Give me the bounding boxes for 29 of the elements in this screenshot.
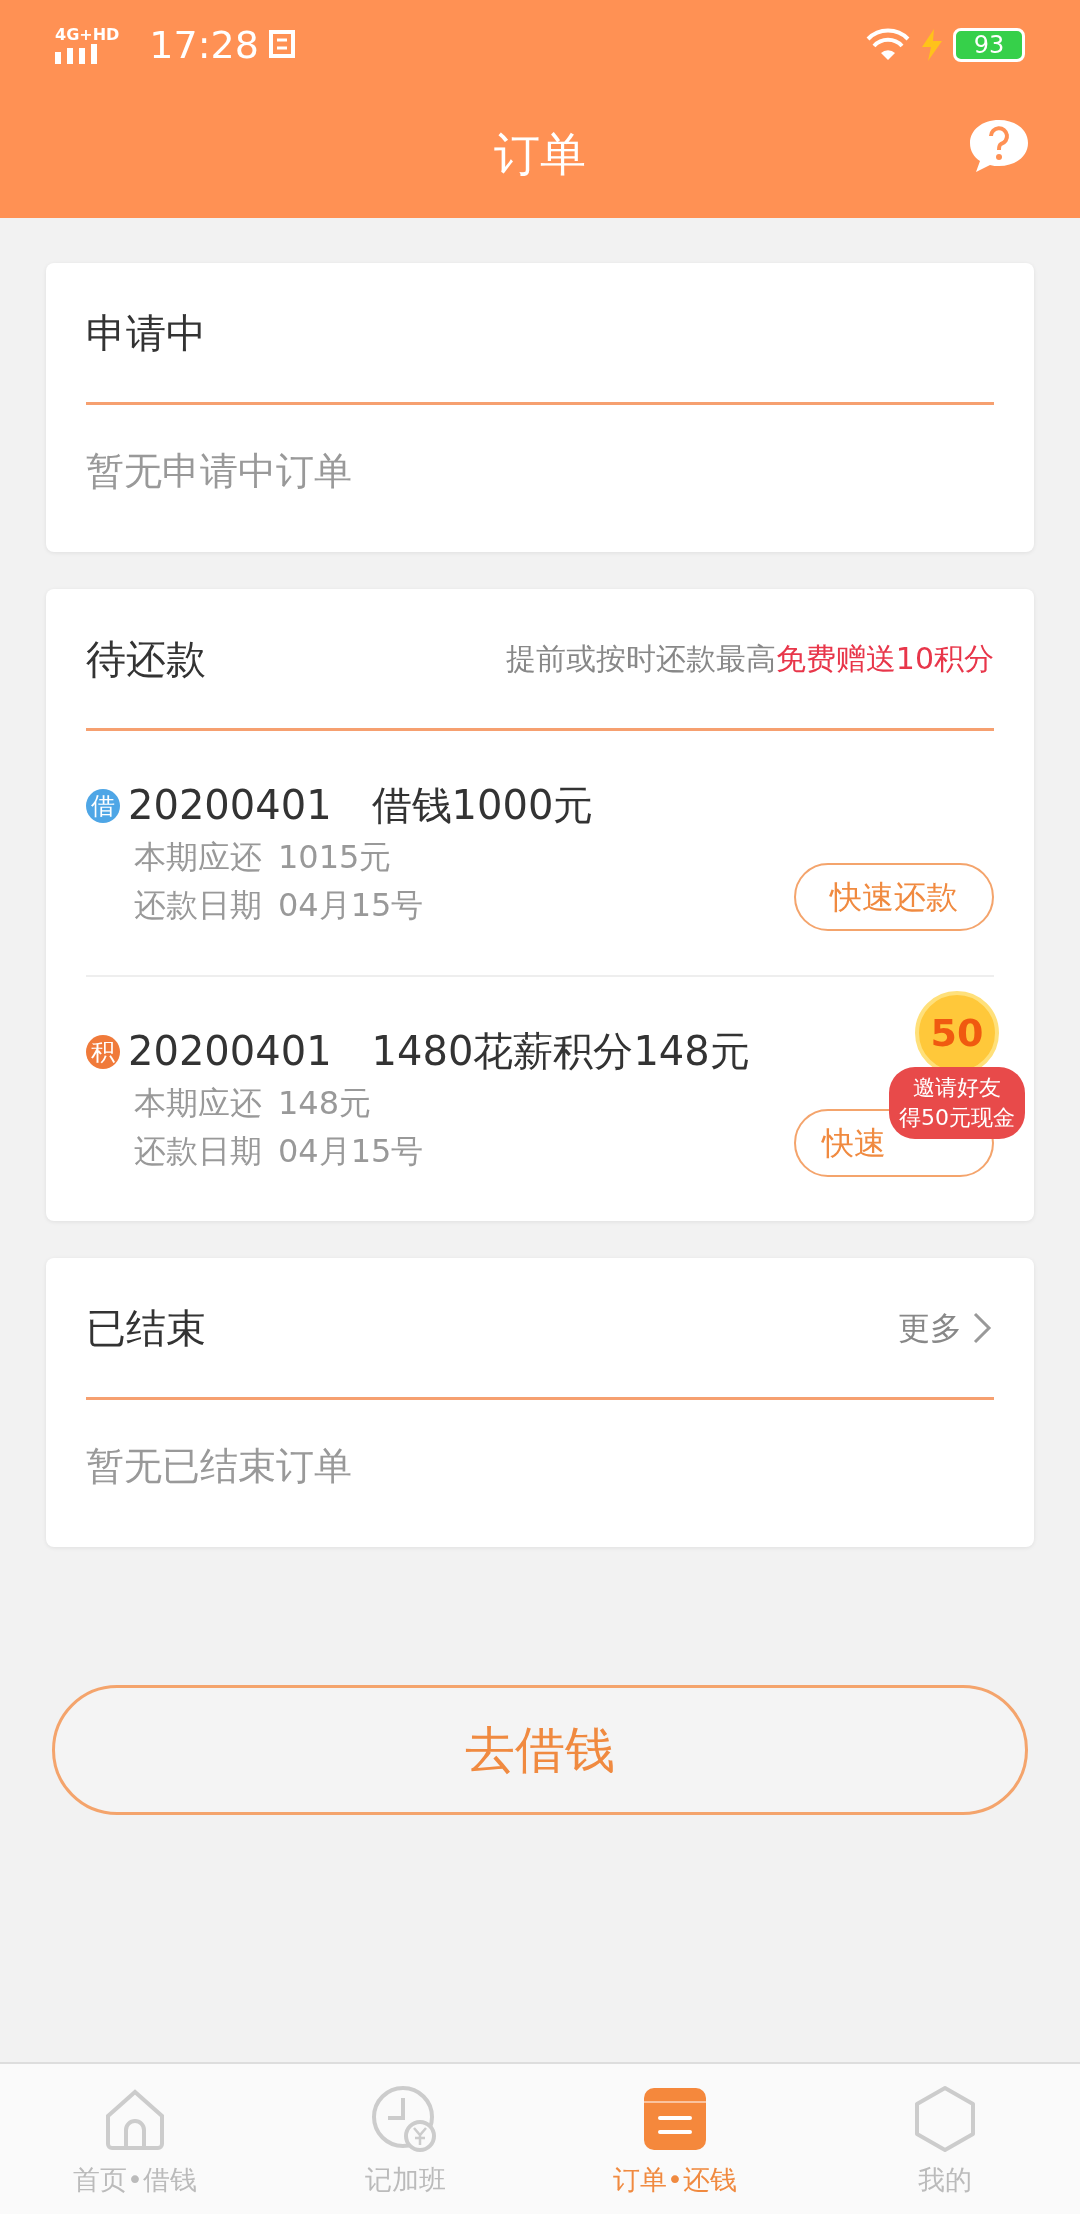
amount-due: 本期应还 1015元 <box>133 837 392 878</box>
order-title: 20200401 借钱1000元 <box>128 781 594 830</box>
empty-message: 暂无已结束订单 <box>85 1443 353 1490</box>
section-title: 待还款 <box>86 634 206 684</box>
nav-tab[interactable]: 首页•借钱 <box>0 2064 270 2214</box>
nav-tab[interactable]: 记加班 <box>270 2064 540 2214</box>
status-time: 17:28 <box>149 21 259 69</box>
empty-message: 暂无申请中订单 <box>85 448 353 495</box>
signal-icon <box>55 44 97 64</box>
invite-toast[interactable]: 邀请好友 得50元现金 <box>889 1067 1025 1139</box>
more-link[interactable]: 更多 <box>898 1303 994 1352</box>
order-title: 20200401 1480花薪积分148元 <box>128 1027 750 1076</box>
promo-note: 提前或按时还款最高免费赠送10积分 <box>505 640 994 678</box>
nav-tab[interactable]: 我的 <box>810 2064 1080 2214</box>
due-date: 还款日期 04月15号 <box>133 1131 424 1172</box>
section-title: 已结束 <box>86 1303 206 1353</box>
repay-button[interactable]: 快速还款 <box>794 863 994 931</box>
help-icon[interactable] <box>968 118 1030 174</box>
borrow-button[interactable]: 去借钱 <box>52 1685 1028 1815</box>
due-date: 还款日期 04月15号 <box>133 885 424 926</box>
battery-indicator: 93 <box>953 28 1025 62</box>
order-type-badge: 积 <box>86 1035 120 1069</box>
page-title: 订单 <box>494 125 586 183</box>
order-type-badge: 借 <box>86 789 120 823</box>
nav-tab[interactable]: 订单•还钱 <box>540 2064 810 2214</box>
wifi-icon <box>865 27 911 63</box>
network-label: 4G+HD <box>55 26 120 44</box>
amount-due: 本期应还 148元 <box>133 1083 372 1124</box>
section-title: 申请中 <box>86 308 206 358</box>
